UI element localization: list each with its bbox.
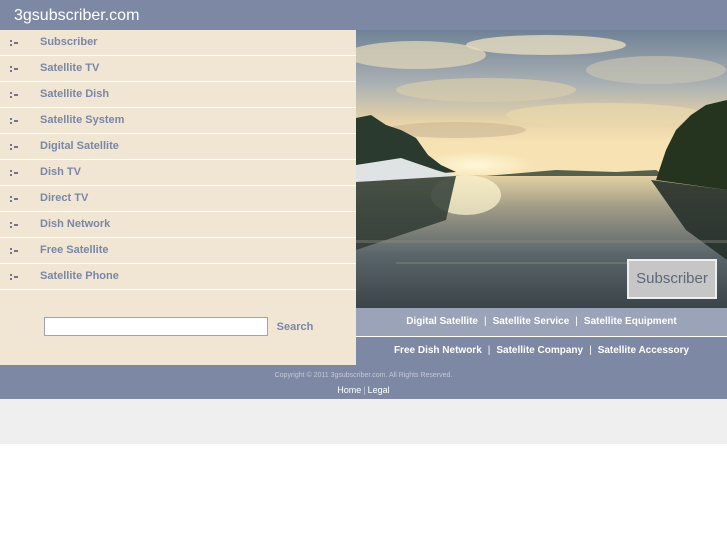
header-bar: 3gsubscriber.com bbox=[0, 0, 727, 30]
bullet-icon bbox=[10, 248, 18, 254]
sidebar-nav: Subscriber Satellite TV Satellite Dish S… bbox=[0, 30, 356, 365]
sidebar-item-satellite-dish[interactable]: Satellite Dish bbox=[0, 82, 356, 108]
sidebar-item-label[interactable]: Satellite System bbox=[40, 114, 124, 126]
sidebar-item-label[interactable]: Dish Network bbox=[40, 218, 110, 230]
sidebar-item-dish-network[interactable]: Dish Network bbox=[0, 212, 356, 238]
bullet-icon bbox=[10, 222, 18, 228]
sidebar-item-label[interactable]: Dish TV bbox=[40, 166, 81, 178]
sidebar-item-label[interactable]: Direct TV bbox=[40, 192, 88, 204]
bullet-icon bbox=[10, 66, 18, 72]
bullet-icon bbox=[10, 92, 18, 98]
link-free-dish-network[interactable]: Free Dish Network bbox=[394, 345, 482, 356]
sidebar-item-satellite-system[interactable]: Satellite System bbox=[0, 108, 356, 134]
subscriber-badge: Subscriber bbox=[627, 259, 717, 299]
copyright-text: Copyright © 2011 3gsubscriber.com. All R… bbox=[274, 372, 453, 379]
bullet-icon bbox=[10, 40, 18, 46]
link-separator: | bbox=[575, 316, 578, 327]
sidebar-item-label[interactable]: Satellite TV bbox=[40, 62, 99, 74]
link-satellite-equipment[interactable]: Satellite Equipment bbox=[584, 316, 677, 327]
links-row-1: Digital Satellite | Satellite Service | Sate… bbox=[356, 308, 727, 336]
bullet-icon bbox=[10, 144, 18, 150]
site-title[interactable]: 3gsubscriber.com bbox=[14, 7, 139, 25]
search-input[interactable] bbox=[44, 317, 268, 336]
bullet-icon bbox=[10, 170, 18, 176]
sidebar-item-label[interactable]: Free Satellite bbox=[40, 244, 108, 256]
footer-links: Home | Legal bbox=[0, 385, 727, 395]
sidebar-item-label[interactable]: Satellite Dish bbox=[40, 88, 109, 100]
links-row-2: Free Dish Network | Satellite Company | Sate… bbox=[356, 337, 727, 365]
sidebar-item-direct-tv[interactable]: Direct TV bbox=[0, 186, 356, 212]
link-separator: | bbox=[487, 345, 491, 356]
sidebar-item-dish-tv[interactable]: Dish TV bbox=[0, 160, 356, 186]
footer-link-home[interactable]: Home bbox=[337, 385, 361, 395]
link-separator: | bbox=[589, 345, 592, 356]
link-separator: | bbox=[483, 316, 487, 327]
sidebar-item-satellite-tv[interactable]: Satellite TV bbox=[0, 56, 356, 82]
link-digital-satellite[interactable]: Digital Satellite bbox=[406, 316, 478, 327]
sidebar-item-label[interactable]: Satellite Phone bbox=[40, 270, 119, 282]
bottom-band bbox=[0, 399, 727, 444]
sidebar-item-label[interactable]: Subscriber bbox=[40, 36, 97, 48]
search-button[interactable]: Search bbox=[272, 318, 318, 336]
sidebar-item-free-satellite[interactable]: Free Satellite bbox=[0, 238, 356, 264]
sidebar-item-satellite-phone[interactable]: Satellite Phone bbox=[0, 264, 356, 290]
sidebar-item-digital-satellite[interactable]: Digital Satellite bbox=[0, 134, 356, 160]
link-satellite-company[interactable]: Satellite Company bbox=[496, 345, 583, 356]
bullet-icon bbox=[10, 118, 18, 124]
bullet-icon bbox=[10, 274, 18, 280]
footer-link-legal[interactable]: Legal bbox=[368, 385, 390, 395]
footer: Copyright © 2011 3gsubscriber.com. All R… bbox=[0, 365, 727, 399]
link-satellite-service[interactable]: Satellite Service bbox=[493, 316, 570, 327]
bullet-icon bbox=[10, 196, 18, 202]
link-satellite-accessory[interactable]: Satellite Accessory bbox=[598, 345, 689, 356]
sidebar-item-label[interactable]: Digital Satellite bbox=[40, 140, 119, 152]
sidebar-item-subscriber[interactable]: Subscriber bbox=[0, 30, 356, 56]
footer-separator: | bbox=[363, 385, 366, 395]
